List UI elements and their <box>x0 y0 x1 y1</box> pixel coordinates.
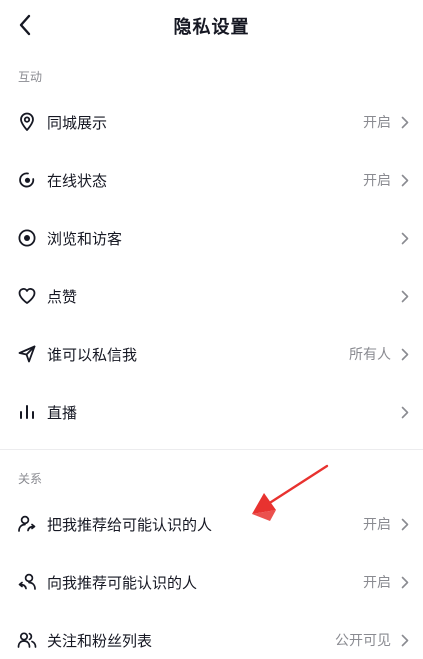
users-icon <box>16 629 38 651</box>
chevron-right-icon <box>397 516 413 532</box>
row-label: 直播 <box>47 403 78 422</box>
row-following-followers-list[interactable]: 关注和粉丝列表 公开可见 <box>0 611 423 659</box>
chevron-right-icon <box>397 346 413 362</box>
row-label: 向我推荐可能认识的人 <box>47 573 198 592</box>
live-bars-icon <box>16 401 38 423</box>
row-likes[interactable]: 点赞 <box>0 267 423 325</box>
section-label-relations: 关系 <box>18 472 43 486</box>
page-title: 隐私设置 <box>173 17 250 38</box>
row-value: 开启 <box>363 115 391 131</box>
row-live[interactable]: 直播 <box>0 383 423 441</box>
row-label: 关注和粉丝列表 <box>47 631 153 650</box>
user-share-icon <box>16 513 38 535</box>
row-who-can-message[interactable]: 谁可以私信我 所有人 <box>0 325 423 383</box>
chevron-right-icon <box>397 230 413 246</box>
chevron-right-icon <box>397 632 413 648</box>
row-online-status[interactable]: 在线状态 开启 <box>0 151 423 209</box>
chevron-right-icon <box>397 288 413 304</box>
row-value: 公开可见 <box>335 633 391 649</box>
row-value: 开启 <box>363 517 391 533</box>
row-label: 谁可以私信我 <box>47 345 138 364</box>
row-local-display[interactable]: 同城展示 开启 <box>0 93 423 151</box>
paper-plane-icon <box>16 343 38 365</box>
location-pin-icon <box>16 111 38 133</box>
section-divider <box>0 449 423 450</box>
privacy-settings-page: 隐私设置 互动 同城展示 开启 在线状态 开启 浏览和访客 点赞 谁可以私信我 … <box>0 0 423 659</box>
row-views-visitors[interactable]: 浏览和访客 <box>0 209 423 267</box>
row-recommend-others-to-me[interactable]: 向我推荐可能认识的人 开启 <box>0 553 423 611</box>
row-recommend-me-to-others[interactable]: 把我推荐给可能认识的人 开启 <box>0 495 423 553</box>
row-label: 点赞 <box>47 287 78 306</box>
row-value: 开启 <box>363 575 391 591</box>
user-recommend-icon <box>16 571 38 593</box>
chevron-right-icon <box>397 114 413 130</box>
row-value: 所有人 <box>349 347 391 363</box>
chevron-right-icon <box>397 172 413 188</box>
chevron-right-icon <box>397 574 413 590</box>
row-label: 在线状态 <box>47 171 108 190</box>
row-value: 开启 <box>363 173 391 189</box>
row-label: 把我推荐给可能认识的人 <box>47 515 213 534</box>
section-label-interaction: 互动 <box>18 70 43 84</box>
heart-icon <box>16 285 38 307</box>
eye-icon <box>16 227 38 249</box>
nav-header: 隐私设置 <box>0 0 423 50</box>
row-label: 同城展示 <box>47 113 108 132</box>
chevron-right-icon <box>397 404 413 420</box>
row-label: 浏览和访客 <box>47 229 123 248</box>
online-status-icon <box>16 169 38 191</box>
